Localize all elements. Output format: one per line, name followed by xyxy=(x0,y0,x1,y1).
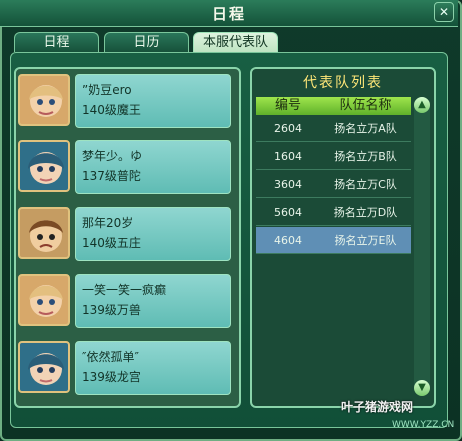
member-name: 梦年少。ゆ xyxy=(82,149,143,163)
avatar-brown-hair xyxy=(18,207,70,259)
avatar-icon xyxy=(29,85,63,117)
column-header-id: 编号 xyxy=(256,97,320,115)
team-name: 扬名立万B队 xyxy=(334,150,397,163)
team-name: 扬名立万D队 xyxy=(333,206,398,219)
member-level: 139级万兽 xyxy=(82,303,141,317)
table-row[interactable]: 2604 扬名立万A队 xyxy=(256,115,411,142)
avatar-blonde xyxy=(18,274,70,326)
team-id: 3604 xyxy=(274,178,302,191)
avatar-blonde xyxy=(18,74,70,126)
member-card[interactable]: ″依然孤单″ 139级龙宫 xyxy=(18,339,232,399)
team-name: 扬名立万A队 xyxy=(334,122,397,135)
member-name: 一笑一笑一疯癫 xyxy=(82,283,167,297)
table-row[interactable]: 1604 扬名立万B队 xyxy=(256,143,411,170)
member-info: ″依然孤单″ 139级龙宫 xyxy=(75,341,231,395)
member-info: 那年20岁 140级五庄 xyxy=(75,207,231,261)
member-card[interactable]: ”奶豆ero 140级魔王 xyxy=(18,72,232,132)
member-level: 139级龙宫 xyxy=(82,370,141,384)
avatar-icon xyxy=(29,220,63,252)
member-info: 一笑一笑一疯癫 139级万兽 xyxy=(75,274,231,328)
team-name: 扬名立万C队 xyxy=(334,178,397,191)
table-row[interactable]: 3604 扬名立万C队 xyxy=(256,171,411,198)
title-bar: 日程 ✕ xyxy=(0,0,458,27)
watermark-url: WWW.YZZ.CN xyxy=(392,420,455,430)
member-level: 137级普陀 xyxy=(82,169,141,183)
tab-calendar[interactable]: 日历 xyxy=(104,32,189,52)
avatar-icon xyxy=(29,285,63,317)
table-row[interactable]: 5604 扬名立万D队 xyxy=(256,199,411,226)
avatar-icon xyxy=(28,152,64,184)
member-info: ”奶豆ero 140级魔王 xyxy=(75,74,231,128)
tab-schedule[interactable]: 日程 xyxy=(14,32,99,52)
scroll-down-icon[interactable]: ▼ xyxy=(414,380,430,396)
column-header-team-name: 队伍名称 xyxy=(320,97,411,115)
avatar-icon xyxy=(28,353,64,385)
member-info: 梦年少。ゆ 137级普陀 xyxy=(75,140,231,194)
team-id: 2604 xyxy=(274,122,302,135)
tab-server-team[interactable]: 本服代表队 xyxy=(193,32,278,52)
member-name: ”奶豆ero xyxy=(82,83,132,97)
close-button[interactable]: ✕ xyxy=(434,2,454,22)
scroll-up-icon[interactable]: ▲ xyxy=(414,97,430,113)
avatar-blue-hair xyxy=(18,140,70,192)
member-name: ″依然孤单″ xyxy=(82,350,139,364)
member-level: 140级五庄 xyxy=(82,236,141,250)
scrollbar[interactable]: ▲ ▼ xyxy=(414,97,430,396)
watermark-brand: 叶子猪游戏网 xyxy=(341,400,414,414)
member-card[interactable]: 梦年少。ゆ 137级普陀 xyxy=(18,138,232,198)
member-name: 那年20岁 xyxy=(82,216,134,230)
team-id: 5604 xyxy=(274,206,302,219)
table-row-selected[interactable]: 4604 扬名立万E队 xyxy=(256,227,411,254)
avatar-blue-hair xyxy=(18,341,70,393)
member-level: 140级魔王 xyxy=(82,103,141,117)
window-title: 日程 xyxy=(211,5,246,23)
team-id: 4604 xyxy=(274,234,302,247)
member-card[interactable]: 一笑一笑一疯癫 139级万兽 xyxy=(18,272,232,332)
team-list-title: 代表队列表 xyxy=(303,75,383,91)
team-name: 扬名立万E队 xyxy=(334,234,397,247)
team-id: 1604 xyxy=(274,150,302,163)
member-card[interactable]: 那年20岁 140级五庄 xyxy=(18,205,232,265)
